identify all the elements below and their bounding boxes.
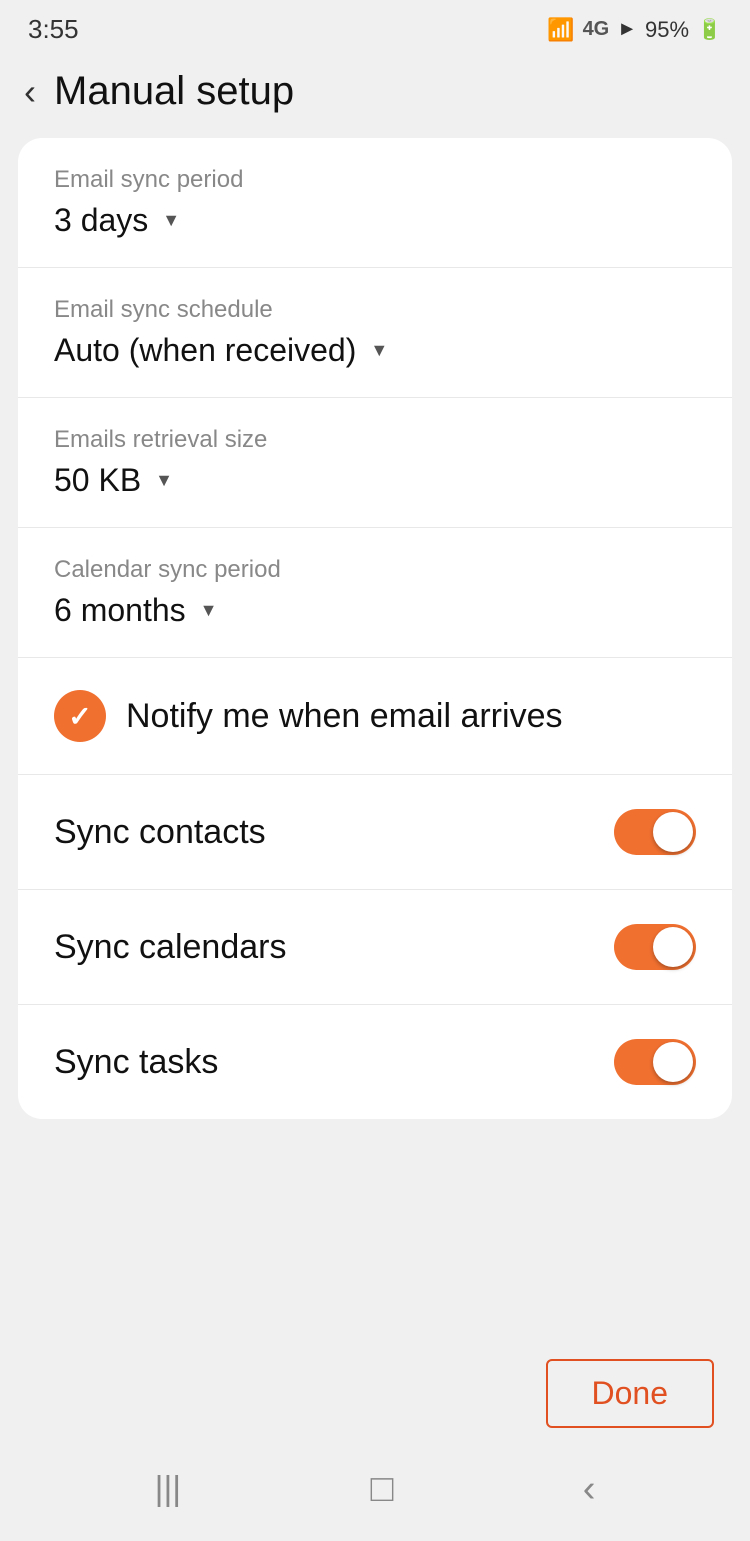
page-title: Manual setup [54,69,294,114]
battery-text: 95% [645,17,689,43]
back-button[interactable]: ‹ [24,71,36,113]
calendar-sync-period-arrow: ▼ [200,600,218,621]
done-button[interactable]: Done [546,1359,715,1428]
notify-email-label: Notify me when email arrives [126,697,696,736]
signal-icon: ► [617,18,637,41]
header: ‹ Manual setup [0,53,750,138]
emails-retrieval-size-arrow: ▼ [155,470,173,491]
battery-icon: 🔋 [697,17,722,42]
sync-calendars-toggle-knob [653,927,693,967]
email-sync-period-label: Email sync period [54,166,696,194]
wifi-icon: 📶 [547,17,574,43]
emails-retrieval-size-text: 50 KB [54,462,141,499]
emails-retrieval-size-value[interactable]: 50 KB ▼ [54,462,696,499]
calendar-sync-period-row[interactable]: Calendar sync period 6 months ▼ [18,528,732,658]
settings-card: Email sync period 3 days ▼ Email sync sc… [18,138,732,1119]
sync-calendars-toggle[interactable] [614,924,696,970]
email-sync-schedule-arrow: ▼ [370,340,388,361]
network-icon: 4G [583,18,610,41]
calendar-sync-period-value[interactable]: 6 months ▼ [54,592,696,629]
email-sync-period-value[interactable]: 3 days ▼ [54,202,696,239]
email-sync-period-row[interactable]: Email sync period 3 days ▼ [18,138,732,268]
emails-retrieval-size-label: Emails retrieval size [54,426,696,454]
notify-email-row[interactable]: ✓ Notify me when email arrives [18,658,732,775]
email-sync-schedule-row[interactable]: Email sync schedule Auto (when received)… [18,268,732,398]
nav-bar: ||| □ ‹ [0,1448,750,1541]
home-nav-icon[interactable]: □ [370,1468,393,1511]
status-right: 📶 4G ► 95% 🔋 [547,17,722,43]
sync-contacts-label: Sync contacts [54,813,266,852]
checkmark-icon: ✓ [68,700,91,733]
email-sync-period-arrow: ▼ [162,210,180,231]
email-sync-schedule-label: Email sync schedule [54,296,696,324]
menu-nav-icon[interactable]: ||| [155,1470,182,1509]
calendar-sync-period-label: Calendar sync period [54,556,696,584]
email-sync-schedule-value[interactable]: Auto (when received) ▼ [54,332,696,369]
sync-contacts-toggle[interactable] [614,809,696,855]
sync-tasks-toggle[interactable] [614,1039,696,1085]
status-bar: 3:55 📶 4G ► 95% 🔋 [0,0,750,53]
notify-email-checkbox[interactable]: ✓ [54,690,106,742]
sync-tasks-row[interactable]: Sync tasks [18,1005,732,1119]
back-nav-icon[interactable]: ‹ [583,1468,596,1511]
email-sync-schedule-text: Auto (when received) [54,332,356,369]
emails-retrieval-size-row[interactable]: Emails retrieval size 50 KB ▼ [18,398,732,528]
sync-calendars-label: Sync calendars [54,928,286,967]
status-time: 3:55 [28,14,79,45]
sync-tasks-toggle-knob [653,1042,693,1082]
email-sync-period-text: 3 days [54,202,148,239]
sync-tasks-label: Sync tasks [54,1043,218,1082]
sync-calendars-row[interactable]: Sync calendars [18,890,732,1005]
calendar-sync-period-text: 6 months [54,592,186,629]
bottom-bar: Done [0,1339,750,1448]
sync-contacts-row[interactable]: Sync contacts [18,775,732,890]
sync-contacts-toggle-knob [653,812,693,852]
